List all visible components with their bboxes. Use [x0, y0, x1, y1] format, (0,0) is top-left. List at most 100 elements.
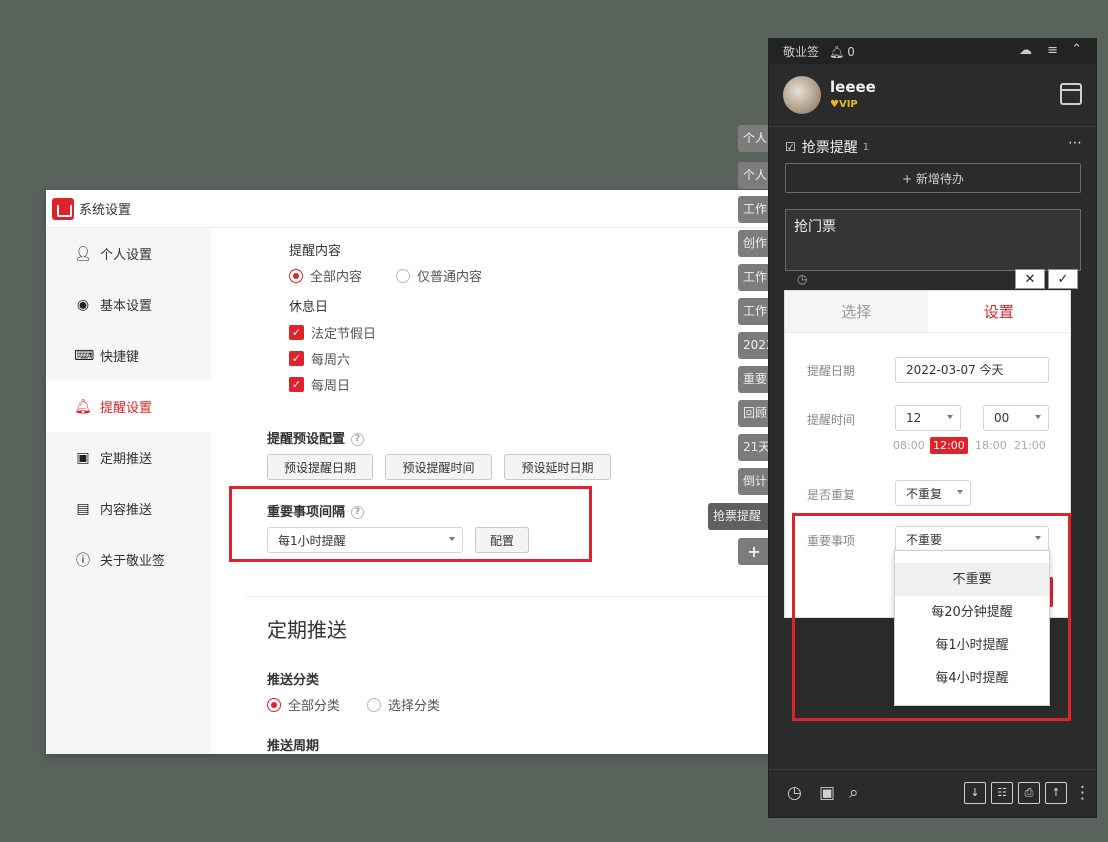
side-tab[interactable]: 倒计 [738, 468, 770, 495]
side-tab[interactable]: 个人 [738, 162, 770, 189]
settings-title: 系统设置 [79, 203, 132, 218]
minute-select[interactable]: 00 [983, 405, 1049, 431]
highlight-box [229, 486, 592, 562]
section-title-text: 抢票提醒 [801, 140, 858, 156]
new-todo-button[interactable]: + 新增待办 [785, 163, 1081, 193]
more-icon[interactable]: ⋯ [1068, 135, 1082, 151]
app-logo-icon [52, 197, 74, 220]
checkbox-checked-icon: ✓ [289, 325, 304, 340]
chevron-down-icon [957, 490, 963, 494]
time-label: 提醒时间 [807, 413, 856, 427]
sidebar-item-shortcuts[interactable]: ⌨ 快捷键 [46, 330, 211, 381]
sidebar-item-about[interactable]: ⓘ 关于敬业签 [46, 534, 211, 585]
collapse-icon[interactable]: ⌃ [1071, 42, 1082, 57]
import-icon[interactable]: ↓ [964, 782, 986, 804]
label-icon[interactable]: ☷ [991, 782, 1013, 804]
side-tab[interactable]: 工作 [738, 196, 770, 223]
select-value: 12 [906, 411, 922, 425]
clock-icon[interactable]: ◷ [787, 783, 802, 803]
menu-icon[interactable]: ≡ [1047, 43, 1058, 58]
section-count: 1 [862, 141, 870, 153]
checkbox-checked-icon: ✓ [289, 351, 304, 366]
side-tab[interactable]: 创作 [738, 230, 770, 257]
help-icon[interactable]: ? [351, 433, 365, 446]
preset-config-title-text: 提醒预设配置 [267, 432, 346, 447]
tab-settings[interactable]: 设置 [927, 291, 1070, 332]
side-tab[interactable]: 个人 [738, 125, 770, 152]
panel-app-name: 敬业签 [783, 45, 820, 59]
date-input[interactable]: 2022-03-07 今天 [895, 357, 1049, 383]
sidebar-item-basic[interactable]: ◉ 基本设置 [46, 279, 211, 330]
repeat-label: 是否重复 [807, 488, 856, 502]
reminder-content-label: 提醒内容 [289, 244, 342, 259]
print-icon[interactable]: ⎙ [1018, 782, 1040, 804]
check-label: 每周六 [311, 353, 351, 368]
circle-dot-icon: ◉ [76, 296, 90, 313]
quick-time[interactable]: 18:00 [975, 439, 1007, 452]
confirm-button[interactable]: ✓ [1048, 269, 1078, 289]
side-tab[interactable]: 工作 [738, 264, 770, 291]
check-legal-holiday[interactable]: ✓ 法定节假日 [289, 323, 376, 342]
archive-icon[interactable]: ▣ [819, 783, 835, 803]
check-saturday[interactable]: ✓ 每周六 [289, 349, 350, 368]
repeat-select[interactable]: 不重复 [895, 480, 971, 506]
username: leeee [830, 78, 876, 96]
chevron-down-icon [1035, 415, 1041, 419]
radio-label: 仅普通内容 [417, 270, 483, 285]
more-vertical-icon[interactable]: ⋮ [1074, 783, 1091, 803]
radio-plain-content[interactable]: 仅普通内容 [396, 266, 482, 285]
push-cycle-label: 推送周期 [267, 739, 320, 754]
search-icon[interactable]: ⌕ [849, 783, 859, 803]
select-value: 不重复 [906, 486, 943, 501]
sidebar-item-periodic-push[interactable]: ▣ 定期推送 [46, 432, 211, 483]
preset-config-title: 提醒预设配置? [267, 428, 365, 447]
preset-date-button[interactable]: 预设提醒日期 [267, 454, 373, 480]
panel-topbar: 敬业签 🔔︎ 0 ☁︎ ≡ ⌃ [769, 39, 1096, 64]
side-tab[interactable]: 21天 [738, 434, 770, 461]
radio-dot [267, 697, 281, 712]
side-tab-active[interactable]: 抢票提醒 [708, 503, 770, 530]
calendar-icon[interactable] [1060, 83, 1082, 105]
radio-label: 全部分类 [288, 699, 341, 714]
side-tab[interactable]: 工作 [738, 298, 770, 325]
sidebar-item-reminder[interactable]: 🔔︎ 提醒设置 [46, 381, 211, 432]
quick-time[interactable]: 21:00 [1014, 439, 1046, 452]
side-tab[interactable]: 2022 [738, 332, 770, 359]
user-icon: 👤︎ [74, 245, 92, 262]
periodic-push-heading: 定期推送 [267, 618, 347, 642]
quick-time-selected[interactable]: 12:00 [930, 437, 968, 454]
radio-all-category[interactable]: 全部分类 [267, 695, 340, 714]
clock-icon[interactable]: ◷ [797, 272, 807, 286]
cloud-icon[interactable]: ☁︎ [1019, 43, 1032, 58]
radio-select-category[interactable]: 选择分类 [367, 695, 440, 714]
bell-icon[interactable]: 🔔︎ [829, 45, 844, 59]
sidebar-item-label: 基本设置 [100, 299, 153, 314]
radio-all-content[interactable]: 全部内容 [289, 266, 362, 285]
sidebar-item-label: 快捷键 [100, 350, 140, 365]
radio-dot [289, 268, 303, 283]
quick-time[interactable]: 08:00 [893, 439, 925, 452]
sidebar-item-content-push[interactable]: ▤ 内容推送 [46, 483, 211, 534]
todo-input[interactable]: 抢门票 [785, 209, 1081, 271]
side-tab[interactable]: 重要 [738, 366, 770, 393]
info-icon: ⓘ [76, 552, 90, 569]
panel-bottom-bar: ◷ ▣ ⌕ ↓ ☷ ⎙ ↑ ⋮ [769, 769, 1096, 817]
chevron-down-icon [947, 415, 953, 419]
cancel-button[interactable]: ✕ [1015, 269, 1045, 289]
popup-tabs: 选择 设置 [785, 291, 1070, 333]
tab-select[interactable]: 选择 [785, 291, 928, 332]
sidebar-item-personal[interactable]: 👤︎ 个人设置 [46, 228, 211, 279]
check-sunday[interactable]: ✓ 每周日 [289, 375, 350, 394]
preset-time-button[interactable]: 预设提醒时间 [385, 454, 492, 480]
hour-select[interactable]: 12 [895, 405, 961, 431]
checkbox-checked-icon: ✓ [289, 377, 304, 392]
add-tab-button[interactable]: + [738, 538, 770, 565]
sidebar-item-label: 个人设置 [100, 248, 153, 263]
avatar[interactable] [783, 76, 821, 114]
date-label: 提醒日期 [807, 364, 856, 378]
side-tab[interactable]: 回顾 [738, 400, 770, 427]
export-icon[interactable]: ↑ [1045, 782, 1067, 804]
preset-delay-button[interactable]: 预设延时日期 [504, 454, 611, 480]
document-icon: ▤ [76, 500, 90, 517]
radio-dot [396, 268, 410, 283]
